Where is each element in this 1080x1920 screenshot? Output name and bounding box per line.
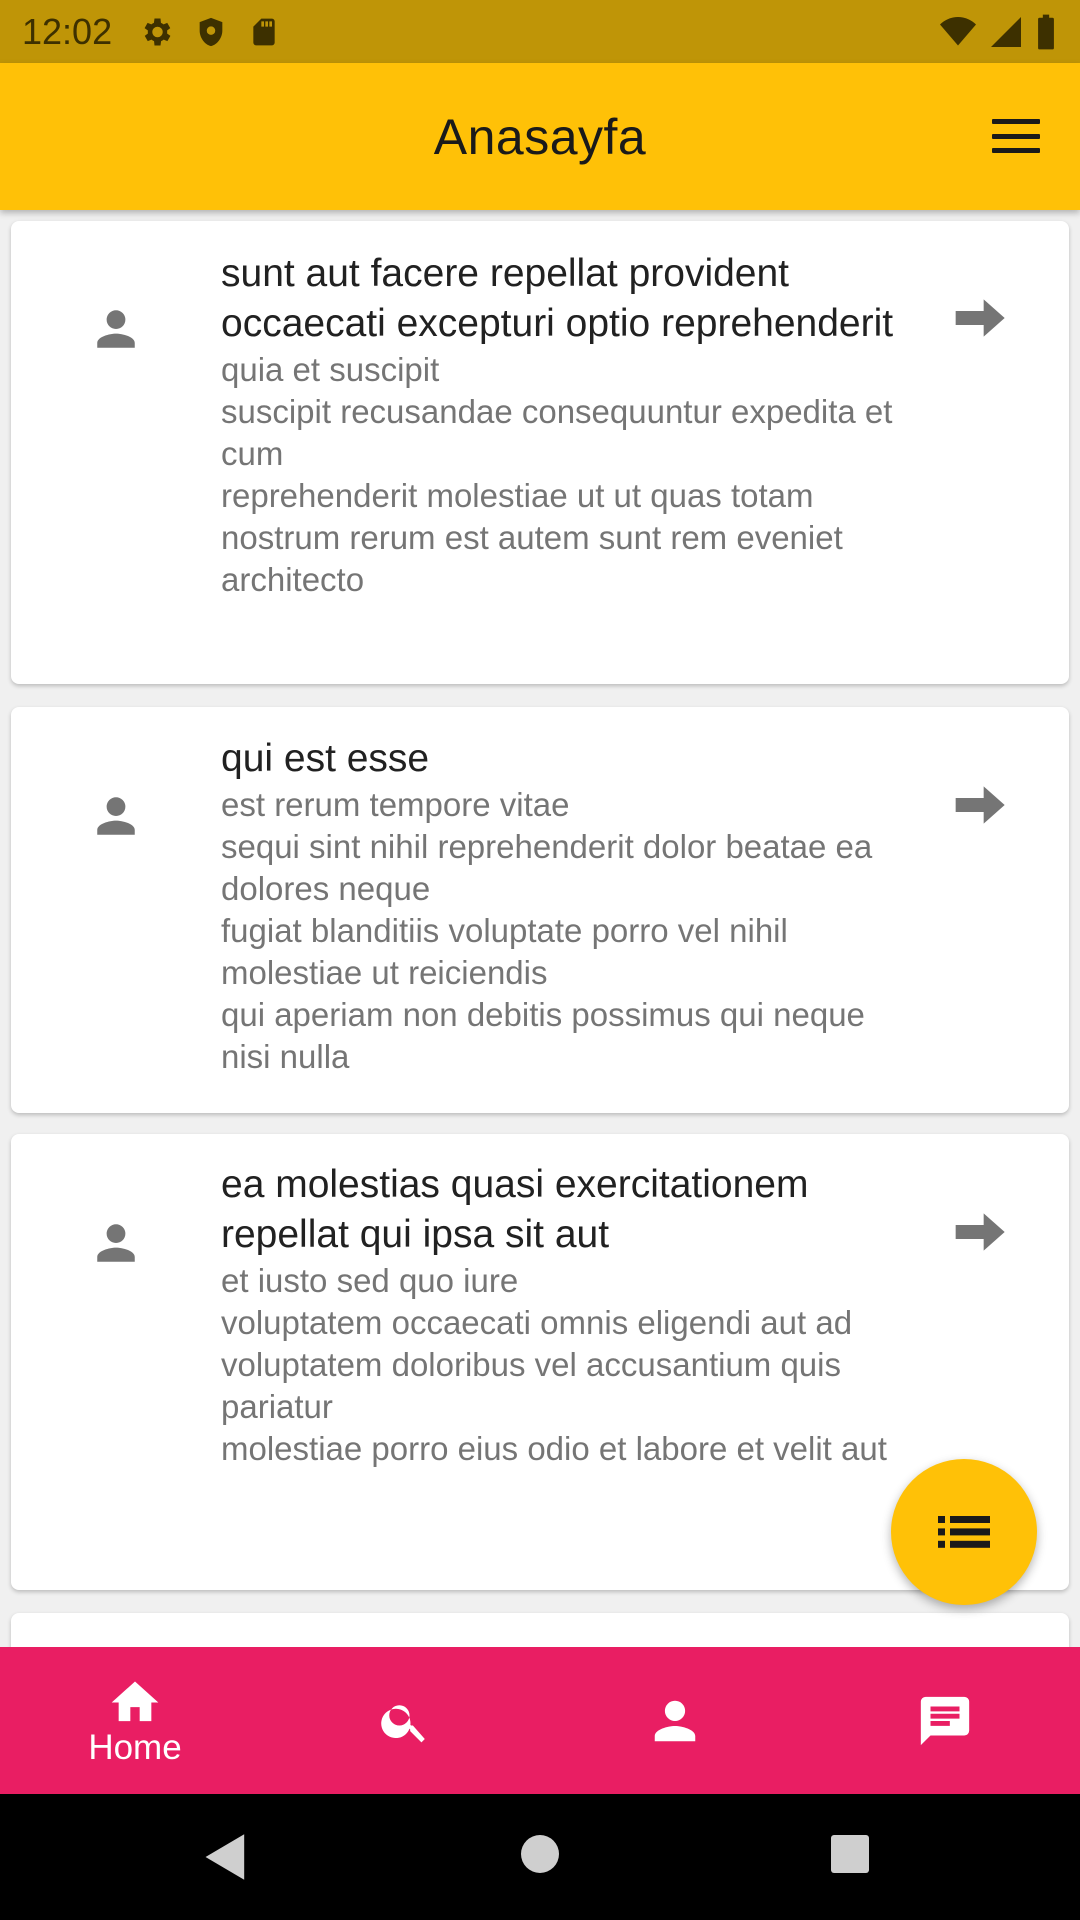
system-navigation-bar <box>0 1794 1080 1920</box>
sd-card-icon <box>253 18 275 45</box>
post-body: quia et suscipit suscipit recusandae con… <box>221 351 893 598</box>
nav-item-search[interactable] <box>270 1647 540 1794</box>
gear-icon <box>144 18 171 45</box>
post-card[interactable]: sunt aut facere repellat provident occae… <box>11 221 1069 684</box>
recents-icon[interactable] <box>830 1834 870 1874</box>
list-fab-button[interactable] <box>891 1459 1037 1605</box>
home-circle-icon[interactable] <box>520 1834 560 1874</box>
person-icon <box>97 797 135 835</box>
nav-item-profile[interactable] <box>540 1647 810 1794</box>
menu-icon-line <box>992 119 1040 124</box>
menu-button[interactable] <box>988 113 1044 159</box>
back-icon[interactable] <box>203 1832 249 1882</box>
menu-icon-line <box>992 133 1040 139</box>
home-icon <box>111 1681 159 1721</box>
post-title: ea molestias quasi exercitationem repell… <box>221 1163 809 1256</box>
post-body: est rerum tempore vitae sequi sint nihil… <box>221 786 873 1075</box>
nav-label-home: Home <box>88 1727 182 1767</box>
arrow-forward-icon[interactable] <box>951 781 1007 829</box>
chat-icon <box>920 1696 970 1745</box>
post-title: sunt aut facere repellat provident occae… <box>221 252 894 345</box>
page-title: Anasayfa <box>433 108 647 165</box>
status-time: 12:02 <box>22 10 113 52</box>
shield-icon <box>199 17 223 46</box>
person-icon <box>654 1700 696 1741</box>
list-icon <box>938 1516 990 1548</box>
battery-icon <box>1038 14 1054 49</box>
wifi-icon <box>940 16 976 45</box>
nav-item-home[interactable]: Home <box>0 1647 270 1794</box>
arrow-forward-icon[interactable] <box>951 294 1007 342</box>
menu-icon-line <box>992 148 1040 153</box>
bottom-navigation: Home <box>0 1647 1080 1794</box>
post-list[interactable]: sunt aut facere repellat provident occae… <box>0 210 1080 1647</box>
person-icon <box>97 310 135 348</box>
person-icon <box>97 1224 135 1262</box>
post-card[interactable]: qui est esse est rerum tempore vitae seq… <box>11 707 1069 1113</box>
signal-icon <box>991 16 1021 47</box>
post-card[interactable] <box>11 1613 1069 1647</box>
arrow-forward-icon[interactable] <box>951 1208 1007 1256</box>
status-bar: 12:02 <box>0 0 1080 63</box>
app-bar: Anasayfa <box>0 63 1080 210</box>
post-body: et iusto sed quo iure voluptatem occaeca… <box>221 1262 887 1467</box>
search-icon <box>381 1704 425 1742</box>
nav-item-messages[interactable] <box>810 1647 1080 1794</box>
post-title: qui est esse <box>221 737 430 780</box>
